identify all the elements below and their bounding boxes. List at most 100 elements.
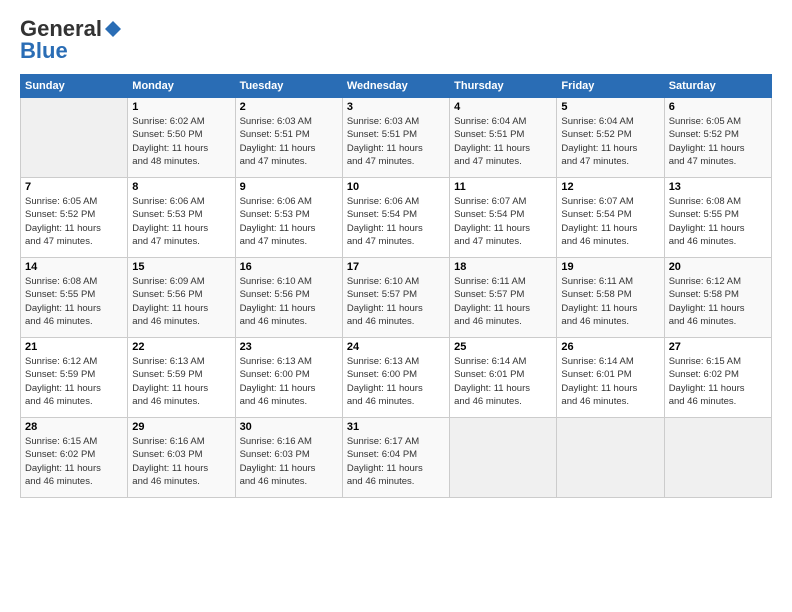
day-info: Sunrise: 6:12 AM Sunset: 5:58 PM Dayligh…	[669, 275, 767, 328]
calendar-cell: 2 Sunrise: 6:03 AM Sunset: 5:51 PM Daylig…	[235, 98, 342, 178]
day-info: Sunrise: 6:04 AM Sunset: 5:51 PM Dayligh…	[454, 115, 552, 168]
calendar-cell: 13 Sunrise: 6:08 AM Sunset: 5:55 PM Dayli…	[664, 178, 771, 258]
day-info: Sunrise: 6:15 AM Sunset: 6:02 PM Dayligh…	[669, 355, 767, 408]
day-number: 28	[25, 421, 123, 433]
day-number: 17	[347, 261, 445, 273]
col-header-wednesday: Wednesday	[342, 75, 449, 98]
day-number: 7	[25, 181, 123, 193]
week-row-4: 21 Sunrise: 6:12 AM Sunset: 5:59 PM Dayli…	[21, 338, 772, 418]
day-number: 21	[25, 341, 123, 353]
calendar-cell: 7Sunrise: 6:05 AM Sunset: 5:52 PM Daylig…	[21, 178, 128, 258]
day-info: Sunrise: 6:02 AM Sunset: 5:50 PM Dayligh…	[132, 115, 230, 168]
calendar-cell: 31 Sunrise: 6:17 AM Sunset: 6:04 PM Dayli…	[342, 418, 449, 498]
logo: General Blue	[20, 16, 122, 64]
day-info: Sunrise: 6:03 AM Sunset: 5:51 PM Dayligh…	[240, 115, 338, 168]
day-number: 13	[669, 181, 767, 193]
day-info: Sunrise: 6:11 AM Sunset: 5:58 PM Dayligh…	[561, 275, 659, 328]
calendar-cell	[21, 98, 128, 178]
day-number: 27	[669, 341, 767, 353]
logo-blue: Blue	[20, 38, 68, 64]
day-number: 26	[561, 341, 659, 353]
day-info: Sunrise: 6:17 AM Sunset: 6:04 PM Dayligh…	[347, 435, 445, 488]
day-number: 14	[25, 261, 123, 273]
calendar-cell: 23 Sunrise: 6:13 AM Sunset: 6:00 PM Dayli…	[235, 338, 342, 418]
logo-icon	[104, 20, 122, 38]
calendar-cell: 29 Sunrise: 6:16 AM Sunset: 6:03 PM Dayli…	[128, 418, 235, 498]
day-number: 25	[454, 341, 552, 353]
day-number: 11	[454, 181, 552, 193]
col-header-friday: Friday	[557, 75, 664, 98]
day-number: 20	[669, 261, 767, 273]
col-header-saturday: Saturday	[664, 75, 771, 98]
week-row-1: 1 Sunrise: 6:02 AM Sunset: 5:50 PM Daylig…	[21, 98, 772, 178]
day-number: 16	[240, 261, 338, 273]
day-info: Sunrise: 6:13 AM Sunset: 6:00 PM Dayligh…	[240, 355, 338, 408]
calendar-cell: 5 Sunrise: 6:04 AM Sunset: 5:52 PM Daylig…	[557, 98, 664, 178]
day-number: 2	[240, 101, 338, 113]
day-info: Sunrise: 6:08 AM Sunset: 5:55 PM Dayligh…	[669, 195, 767, 248]
day-info: Sunrise: 6:14 AM Sunset: 6:01 PM Dayligh…	[561, 355, 659, 408]
day-number: 6	[669, 101, 767, 113]
day-info: Sunrise: 6:16 AM Sunset: 6:03 PM Dayligh…	[240, 435, 338, 488]
day-info: Sunrise: 6:07 AM Sunset: 5:54 PM Dayligh…	[454, 195, 552, 248]
day-number: 4	[454, 101, 552, 113]
calendar-cell: 9 Sunrise: 6:06 AM Sunset: 5:53 PM Daylig…	[235, 178, 342, 258]
day-number: 22	[132, 341, 230, 353]
day-number: 15	[132, 261, 230, 273]
day-number: 8	[132, 181, 230, 193]
calendar-table: SundayMondayTuesdayWednesdayThursdayFrid…	[20, 74, 772, 498]
col-header-thursday: Thursday	[450, 75, 557, 98]
calendar-cell: 8 Sunrise: 6:06 AM Sunset: 5:53 PM Daylig…	[128, 178, 235, 258]
col-header-monday: Monday	[128, 75, 235, 98]
day-info: Sunrise: 6:05 AM Sunset: 5:52 PM Dayligh…	[669, 115, 767, 168]
day-info: Sunrise: 6:13 AM Sunset: 5:59 PM Dayligh…	[132, 355, 230, 408]
calendar-cell: 16 Sunrise: 6:10 AM Sunset: 5:56 PM Dayli…	[235, 258, 342, 338]
day-info: Sunrise: 6:16 AM Sunset: 6:03 PM Dayligh…	[132, 435, 230, 488]
calendar-cell: 1 Sunrise: 6:02 AM Sunset: 5:50 PM Daylig…	[128, 98, 235, 178]
day-number: 1	[132, 101, 230, 113]
day-info: Sunrise: 6:10 AM Sunset: 5:57 PM Dayligh…	[347, 275, 445, 328]
calendar-cell: 4 Sunrise: 6:04 AM Sunset: 5:51 PM Daylig…	[450, 98, 557, 178]
day-number: 12	[561, 181, 659, 193]
calendar-cell: 18Sunrise: 6:11 AM Sunset: 5:57 PM Dayli…	[450, 258, 557, 338]
col-header-tuesday: Tuesday	[235, 75, 342, 98]
calendar-cell: 19 Sunrise: 6:11 AM Sunset: 5:58 PM Dayli…	[557, 258, 664, 338]
calendar-cell: 20 Sunrise: 6:12 AM Sunset: 5:58 PM Dayli…	[664, 258, 771, 338]
calendar-cell: 21 Sunrise: 6:12 AM Sunset: 5:59 PM Dayli…	[21, 338, 128, 418]
calendar-cell: 14 Sunrise: 6:08 AM Sunset: 5:55 PM Dayli…	[21, 258, 128, 338]
day-info: Sunrise: 6:15 AM Sunset: 6:02 PM Dayligh…	[25, 435, 123, 488]
page-header: General Blue	[20, 16, 772, 64]
day-number: 5	[561, 101, 659, 113]
day-info: Sunrise: 6:06 AM Sunset: 5:53 PM Dayligh…	[240, 195, 338, 248]
day-number: 19	[561, 261, 659, 273]
calendar-cell	[557, 418, 664, 498]
day-info: Sunrise: 6:10 AM Sunset: 5:56 PM Dayligh…	[240, 275, 338, 328]
calendar-cell: 6 Sunrise: 6:05 AM Sunset: 5:52 PM Daylig…	[664, 98, 771, 178]
calendar-cell: 25 Sunrise: 6:14 AM Sunset: 6:01 PM Dayli…	[450, 338, 557, 418]
day-number: 31	[347, 421, 445, 433]
day-number: 10	[347, 181, 445, 193]
calendar-cell: 17 Sunrise: 6:10 AM Sunset: 5:57 PM Dayli…	[342, 258, 449, 338]
day-number: 30	[240, 421, 338, 433]
day-number: 24	[347, 341, 445, 353]
day-number: 9	[240, 181, 338, 193]
day-info: Sunrise: 6:12 AM Sunset: 5:59 PM Dayligh…	[25, 355, 123, 408]
day-info: Sunrise: 6:06 AM Sunset: 5:53 PM Dayligh…	[132, 195, 230, 248]
calendar-cell: 10Sunrise: 6:06 AM Sunset: 5:54 PM Dayli…	[342, 178, 449, 258]
day-number: 23	[240, 341, 338, 353]
calendar-cell	[664, 418, 771, 498]
calendar-cell: 22 Sunrise: 6:13 AM Sunset: 5:59 PM Dayli…	[128, 338, 235, 418]
col-header-sunday: Sunday	[21, 75, 128, 98]
calendar-cell: 28 Sunrise: 6:15 AM Sunset: 6:02 PM Dayli…	[21, 418, 128, 498]
day-number: 3	[347, 101, 445, 113]
calendar-cell	[450, 418, 557, 498]
calendar-cell: 12Sunrise: 6:07 AM Sunset: 5:54 PM Dayli…	[557, 178, 664, 258]
day-info: Sunrise: 6:11 AM Sunset: 5:57 PM Dayligh…	[454, 275, 552, 328]
calendar-header-row: SundayMondayTuesdayWednesdayThursdayFrid…	[21, 75, 772, 98]
day-info: Sunrise: 6:14 AM Sunset: 6:01 PM Dayligh…	[454, 355, 552, 408]
day-number: 29	[132, 421, 230, 433]
day-info: Sunrise: 6:03 AM Sunset: 5:51 PM Dayligh…	[347, 115, 445, 168]
day-info: Sunrise: 6:08 AM Sunset: 5:55 PM Dayligh…	[25, 275, 123, 328]
calendar-cell: 3 Sunrise: 6:03 AM Sunset: 5:51 PM Daylig…	[342, 98, 449, 178]
day-info: Sunrise: 6:04 AM Sunset: 5:52 PM Dayligh…	[561, 115, 659, 168]
